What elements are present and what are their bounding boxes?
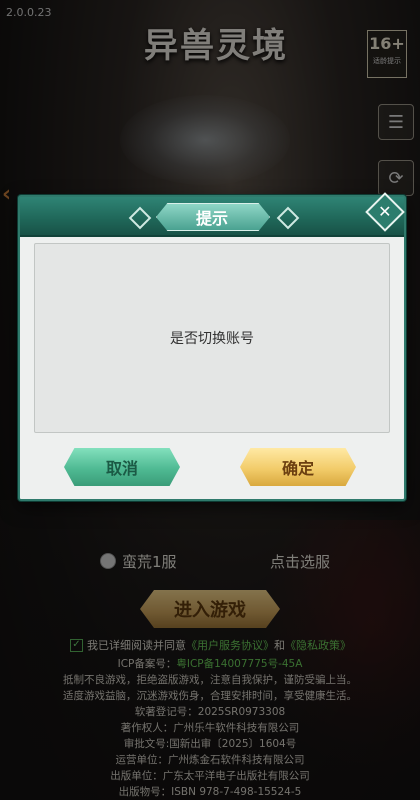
dialog-message: 是否切换账号 xyxy=(170,331,254,347)
confirm-button[interactable]: 确定 xyxy=(240,448,356,486)
switch-account-dialog: 提示 ✕ 是否切换账号 取消 确定 xyxy=(18,192,406,501)
header-ornament-left xyxy=(128,206,152,230)
dialog-header: 提示 xyxy=(20,197,404,237)
header-ornament-right xyxy=(276,206,300,230)
close-icon[interactable]: ✕ xyxy=(365,192,405,232)
dialog-body: 是否切换账号 xyxy=(34,243,390,433)
dialog-title: 提示 xyxy=(195,209,228,228)
cancel-button[interactable]: 取消 xyxy=(64,448,180,486)
